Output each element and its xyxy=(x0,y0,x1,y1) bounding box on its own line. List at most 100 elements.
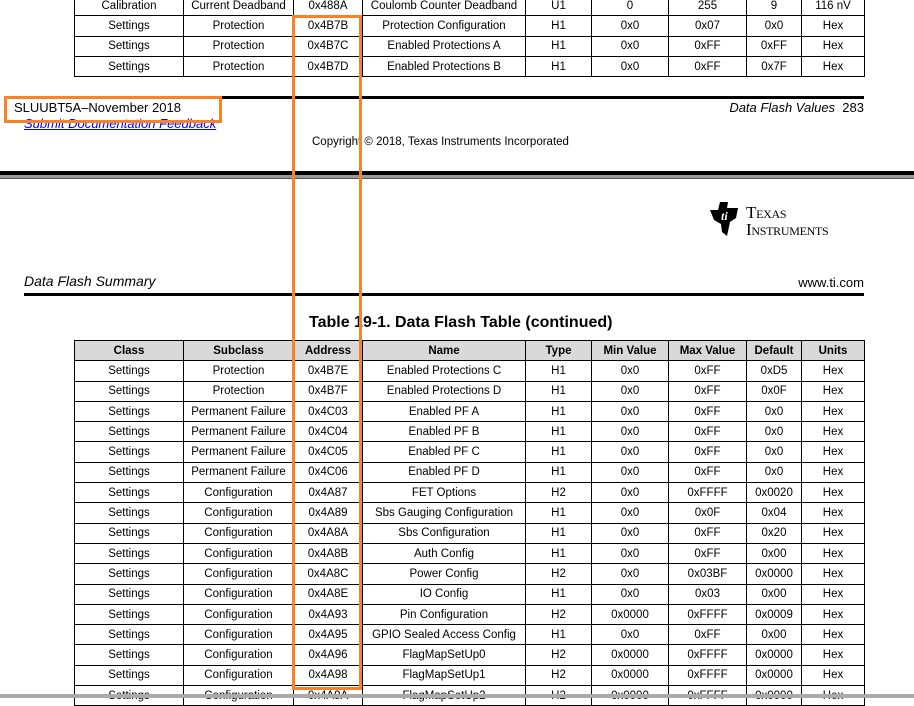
cell-type: H1 xyxy=(525,400,592,423)
table-row: Settings Configuration 0x4A98 FlagMapSetUp1… xyxy=(74,664,865,687)
cell-max-value: 0xFF xyxy=(668,421,747,443)
cell-units: Hex xyxy=(801,55,865,78)
table-row: Settings Permanent Failure 0x4C03 Enabled P… xyxy=(74,400,865,423)
cell-default: 0x0000 xyxy=(746,664,802,687)
table-row: Settings Configuration 0x4A8A Sbs Configura… xyxy=(74,522,865,544)
cell-type: H2 xyxy=(525,644,592,666)
cell-units: Hex xyxy=(801,400,865,423)
cell-max-value: 0xFFFF xyxy=(668,644,747,666)
cell-min-value: 0x0000 xyxy=(591,664,669,687)
cell-subclass: Configuration xyxy=(183,644,294,666)
cell-units: Hex xyxy=(801,380,865,402)
cell-class: Settings xyxy=(74,15,184,37)
cell-type: H1 xyxy=(525,35,592,57)
cell-subclass: Configuration xyxy=(183,563,294,585)
cell-min-value: 0x0 xyxy=(591,380,669,402)
cell-name: Coulomb Counter Deadband xyxy=(362,0,526,17)
cell-units: Hex xyxy=(801,664,865,687)
cell-name: Enabled PF A xyxy=(362,400,526,423)
cell-name: FET Options xyxy=(362,482,526,504)
cell-units: Hex xyxy=(801,502,865,524)
header-section: Data Flash Summary xyxy=(24,273,156,289)
cell-max-value: 0xFFFF xyxy=(668,603,747,626)
table-row: Settings Configuration 0x4A8C Power Config H… xyxy=(74,563,865,585)
cell-name: Auth Config xyxy=(362,542,526,565)
column-header-max-value: Max Value xyxy=(668,339,747,362)
cell-name: FlagMapSetUp0 xyxy=(362,644,526,666)
cell-class: Settings xyxy=(74,522,184,544)
cell-type: H1 xyxy=(525,583,592,605)
cell-subclass: Protection xyxy=(183,35,294,57)
cell-type: H1 xyxy=(525,380,592,402)
cell-min-value: 0x0 xyxy=(591,15,669,37)
cell-type: H1 xyxy=(525,461,592,484)
cell-class: Calibration xyxy=(74,0,184,17)
cell-units: Hex xyxy=(801,603,865,626)
cell-min-value: 0x0 xyxy=(591,55,669,78)
cell-name: GPIO Sealed Access Config xyxy=(362,624,526,646)
cell-subclass: Configuration xyxy=(183,482,294,504)
ti-logo-text: Texas Instruments xyxy=(746,204,829,239)
cell-class: Settings xyxy=(74,421,184,443)
cell-type: H1 xyxy=(525,421,592,443)
cell-subclass: Configuration xyxy=(183,583,294,605)
header-rule xyxy=(24,293,864,296)
cell-class: Settings xyxy=(74,35,184,57)
cell-default: 0x0000 xyxy=(746,563,802,585)
cell-address: 0x488A xyxy=(293,0,363,17)
table-row: Settings Configuration 0x4A96 FlagMapSetUp0… xyxy=(74,644,865,666)
cell-min-value: 0x0 xyxy=(591,583,669,605)
cell-name: IO Config xyxy=(362,583,526,605)
cell-default: 0x00 xyxy=(746,624,802,646)
cell-subclass: Permanent Failure xyxy=(183,421,294,443)
cell-class: Settings xyxy=(74,583,184,605)
cell-units: Hex xyxy=(801,644,865,666)
cell-type: H1 xyxy=(525,522,592,544)
column-header-type: Type xyxy=(525,339,592,362)
cell-class: Settings xyxy=(74,482,184,504)
doc-id-highlight xyxy=(4,96,222,123)
cell-name: Pin Configuration xyxy=(362,603,526,626)
cell-min-value: 0x0 xyxy=(591,563,669,585)
cell-units: Hex xyxy=(801,15,865,37)
table-row: Settings Protection 0x4B7C Enabled Protecti… xyxy=(74,35,865,57)
cell-name: Enabled Protections C xyxy=(362,360,526,382)
cell-name: Enabled Protections D xyxy=(362,380,526,402)
cell-min-value: 0x0 xyxy=(591,441,669,463)
logo-word-instruments: Instruments xyxy=(746,220,829,239)
cell-name: FlagMapSetUp1 xyxy=(362,664,526,687)
cell-units: Hex xyxy=(801,542,865,565)
table-row: Settings Permanent Failure 0x4C04 Enabled P… xyxy=(74,421,865,443)
cell-min-value: 0x0 xyxy=(591,461,669,484)
cell-subclass: Configuration xyxy=(183,542,294,565)
cell-units: Hex xyxy=(801,35,865,57)
cell-subclass: Protection xyxy=(183,380,294,402)
table-row: Settings Permanent Failure 0x4C06 Enabled P… xyxy=(74,461,865,484)
cell-max-value: 0x07 xyxy=(668,15,747,37)
cell-max-value: 0xFF xyxy=(668,360,747,382)
cell-units: Hex xyxy=(801,624,865,646)
cell-min-value: 0x0000 xyxy=(591,603,669,626)
cell-type: H2 xyxy=(525,482,592,504)
cell-class: Settings xyxy=(74,55,184,78)
cell-default: 0x0000 xyxy=(746,644,802,666)
cell-subclass: Current Deadband xyxy=(183,0,294,17)
table-row: Calibration Current Deadband 0x488A Coulomb… xyxy=(74,0,865,17)
cell-max-value: 0xFF xyxy=(668,55,747,78)
cell-name: Sbs Configuration xyxy=(362,522,526,544)
cell-subclass: Permanent Failure xyxy=(183,461,294,484)
cell-class: Settings xyxy=(74,461,184,484)
cell-type: H1 xyxy=(525,502,592,524)
cell-type: U1 xyxy=(525,0,592,17)
cell-subclass: Configuration xyxy=(183,664,294,687)
cell-class: Settings xyxy=(74,502,184,524)
cell-subclass: Configuration xyxy=(183,522,294,544)
cell-min-value: 0 xyxy=(591,0,669,17)
cell-type: H1 xyxy=(525,360,592,382)
cell-min-value: 0x0 xyxy=(591,522,669,544)
cell-class: Settings xyxy=(74,563,184,585)
table-row: Settings Protection 0x4B7D Enabled Protecti… xyxy=(74,55,865,78)
cell-default: 0x7F xyxy=(746,55,802,78)
page-number: 283 xyxy=(842,100,864,115)
cell-units: Hex xyxy=(801,563,865,585)
